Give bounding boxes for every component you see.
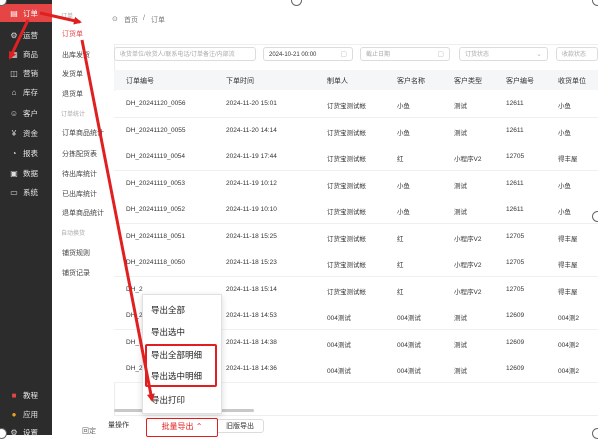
annotation-arrows <box>8 11 155 402</box>
resize-handle[interactable] <box>592 428 598 439</box>
resize-handle[interactable] <box>592 211 598 222</box>
arrow-to-export <box>80 39 155 402</box>
arrow-to-order-goods <box>39 11 82 25</box>
arrow-to-order <box>8 19 30 60</box>
